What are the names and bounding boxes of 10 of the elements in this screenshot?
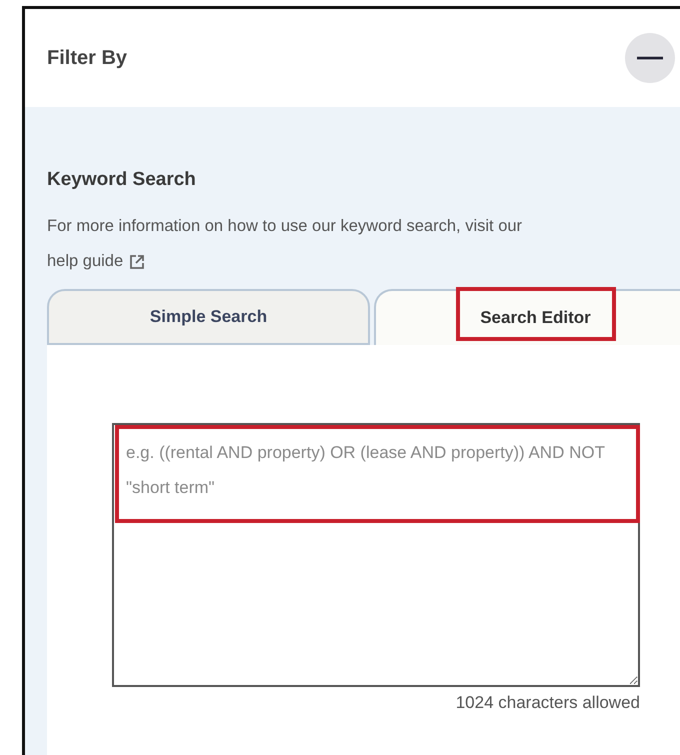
character-limit-text: 1024 characters allowed bbox=[456, 693, 640, 713]
search-tab[interactable]: Search Editor bbox=[374, 289, 680, 345]
panel-title: Filter By bbox=[47, 46, 128, 70]
external-link-icon bbox=[129, 254, 146, 270]
help-guide-link[interactable]: help guide bbox=[47, 244, 146, 279]
search-tab[interactable]: Simple Search bbox=[47, 289, 370, 345]
collapse-button[interactable]: — bbox=[625, 33, 675, 83]
section-heading: Keyword Search bbox=[47, 169, 197, 191]
search-editor-field[interactable]: e.g. ((rental AND property) OR (lease AND property)) AND NOT "short term" bbox=[112, 423, 640, 687]
help-text: For more information on how to use our keyword search, visit our help guide bbox=[47, 209, 680, 279]
